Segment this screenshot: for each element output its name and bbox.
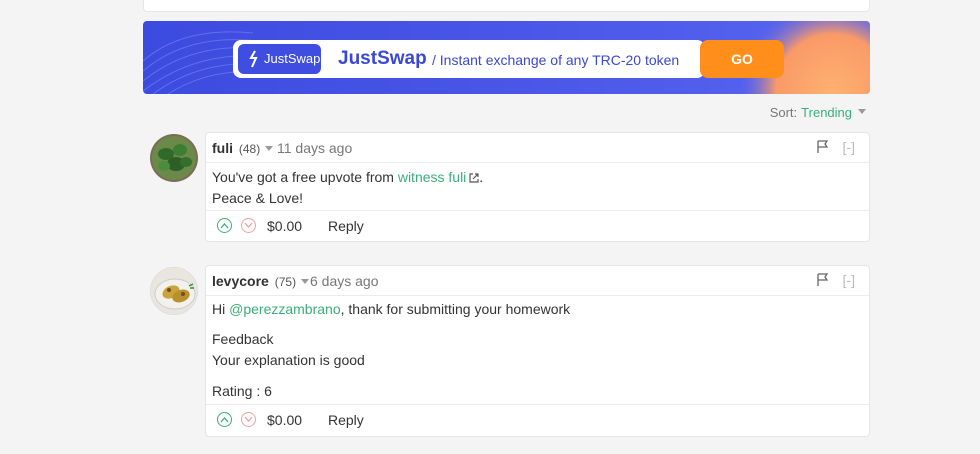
- comment-line: You've got a free upvote from witness fu…: [212, 167, 863, 188]
- payout-amount[interactable]: $0.00: [267, 412, 302, 428]
- upvote-icon[interactable]: [217, 218, 232, 233]
- avatar-plant-image: [150, 134, 198, 182]
- comment-text: Hi: [212, 301, 230, 317]
- justswap-logo: JustSwap: [238, 44, 321, 74]
- comment-line-2: Peace & Love!: [212, 190, 304, 206]
- comment-card: fuli (48) 11 days ago [-] You've got a f…: [205, 132, 870, 242]
- banner-brand: JustSwap: [338, 48, 427, 69]
- comment-time[interactable]: 11 days ago: [277, 140, 352, 156]
- comment-author[interactable]: fuli (48): [212, 140, 274, 156]
- user-mention-link[interactable]: @perezzambrano: [229, 301, 341, 317]
- justswap-logo-icon: [249, 50, 258, 68]
- reply-button[interactable]: Reply: [328, 218, 364, 234]
- comment-body: You've got a free upvote from witness fu…: [206, 163, 869, 209]
- sort-control[interactable]: Sort: Trending: [770, 105, 866, 120]
- downvote-icon[interactable]: [241, 218, 256, 233]
- author-reputation: (48): [238, 142, 261, 156]
- feedback-title: Feedback: [212, 331, 274, 347]
- reply-button[interactable]: Reply: [328, 412, 364, 428]
- sort-label: Sort:: [769, 105, 798, 120]
- rating-text: Rating : 6: [212, 383, 272, 399]
- comment-text-rest: , thank for submitting your homework: [340, 301, 571, 317]
- collapse-button[interactable]: [-]: [843, 139, 855, 155]
- banner-tagline: / Instant exchange of any TRC-20 token: [432, 52, 680, 68]
- witness-link[interactable]: witness fuli: [398, 169, 466, 185]
- comment-line: Hi @perezzambrano, thank for submitting …: [212, 299, 863, 320]
- author-name[interactable]: fuli: [212, 140, 233, 156]
- downvote-icon[interactable]: [241, 412, 256, 427]
- payout-amount[interactable]: $0.00: [267, 218, 302, 234]
- sort-value[interactable]: Trending: [801, 105, 852, 120]
- author-name[interactable]: levycore: [212, 273, 269, 289]
- justswap-ad-banner[interactable]: JustSwap JustSwap / Instant exchange of …: [143, 21, 870, 94]
- avatar[interactable]: [150, 134, 198, 182]
- chevron-down-icon[interactable]: [265, 146, 274, 151]
- upvote-icon[interactable]: [217, 412, 232, 427]
- chevron-down-icon[interactable]: [301, 279, 310, 284]
- comment-text-end: .: [479, 169, 484, 185]
- chevron-down-icon[interactable]: [858, 109, 866, 114]
- logo-text: JustSwap: [264, 51, 321, 66]
- comment-body: Hi @perezzambrano, thank for submitting …: [206, 296, 869, 402]
- flag-icon[interactable]: [817, 273, 829, 287]
- avatar[interactable]: [150, 267, 198, 315]
- external-link-icon: [469, 173, 479, 183]
- previous-card: [143, 0, 870, 12]
- feedback-text: Your explanation is good: [212, 352, 365, 368]
- collapse-button[interactable]: [-]: [843, 272, 855, 288]
- flag-icon[interactable]: [817, 140, 829, 154]
- comment-footer: $0.00 Reply: [206, 404, 869, 436]
- comment-header: levycore (75) 6 days ago [-]: [206, 266, 869, 296]
- avatar-food-image: [151, 268, 197, 314]
- comment-card: levycore (75) 6 days ago [-] Hi @perezza…: [205, 265, 870, 437]
- go-button[interactable]: GO: [700, 40, 784, 78]
- comment-footer: $0.00 Reply: [206, 210, 869, 241]
- comment-time[interactable]: 6 days ago: [310, 273, 379, 289]
- comment-header: fuli (48) 11 days ago [-]: [206, 133, 869, 163]
- comment-author[interactable]: levycore (75): [212, 273, 310, 289]
- comment-text: You've got a free upvote from: [212, 169, 398, 185]
- author-reputation: (75): [274, 275, 297, 289]
